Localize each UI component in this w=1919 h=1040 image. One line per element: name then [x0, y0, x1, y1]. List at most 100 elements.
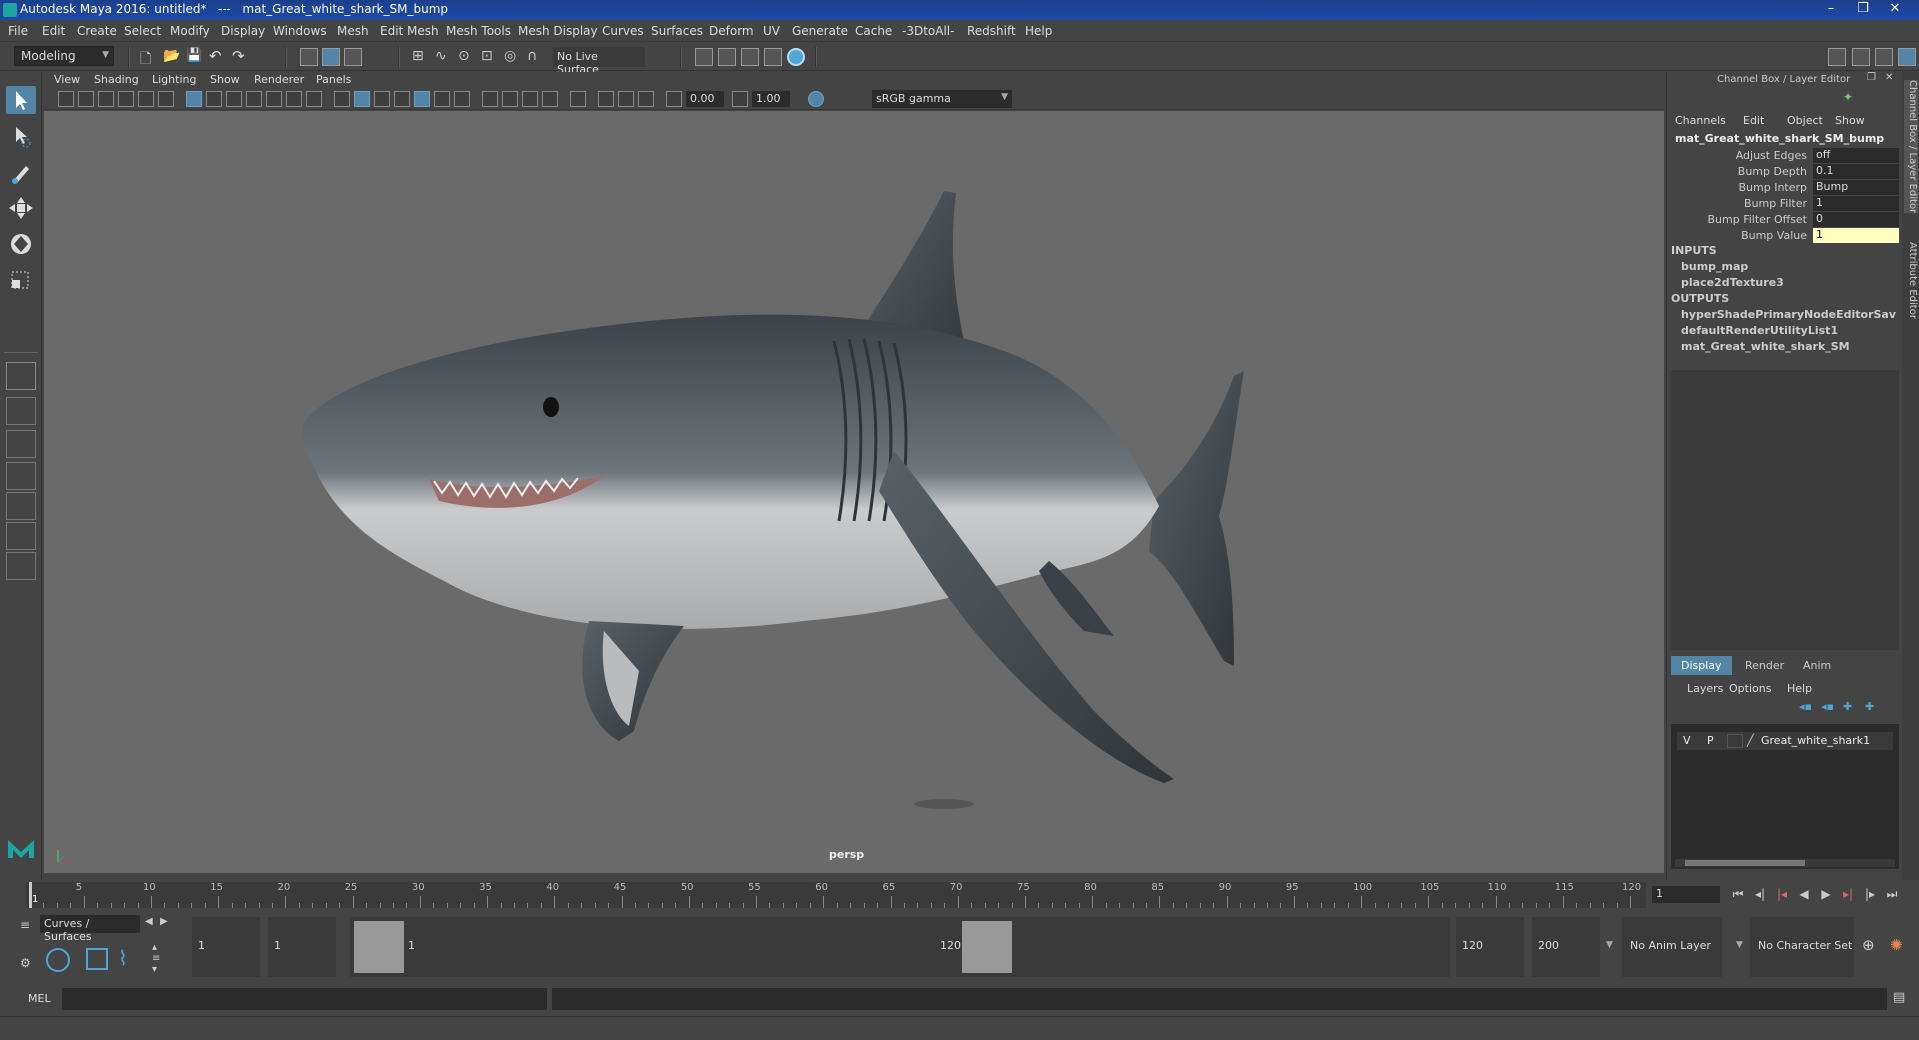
- menu-3dtoall[interactable]: -3DtoAll-: [902, 24, 954, 38]
- xray-joints-icon[interactable]: [618, 91, 634, 107]
- default-lighting-icon[interactable]: [374, 91, 390, 107]
- menu-windows[interactable]: Windows: [273, 24, 327, 38]
- undo-icon[interactable]: ↶: [209, 47, 227, 65]
- go-to-start-icon[interactable]: ⏮: [1730, 886, 1746, 902]
- step-back-key-icon[interactable]: |◂: [1774, 886, 1790, 902]
- input-node[interactable]: bump_map: [1681, 260, 1896, 273]
- animation-start-field[interactable]: 1: [192, 917, 260, 977]
- menu-edit[interactable]: Edit: [42, 24, 65, 38]
- panel-menu-shading[interactable]: Shading: [94, 73, 139, 86]
- shelf-scroll-icon[interactable]: ▴ ≡ ▾: [152, 942, 166, 976]
- camera-attributes-icon[interactable]: [78, 91, 94, 107]
- nurbs-square-icon[interactable]: [86, 948, 108, 970]
- rotate-tool-icon[interactable]: [6, 230, 36, 258]
- shadows-icon[interactable]: [454, 91, 470, 107]
- menu-help[interactable]: Help: [1025, 24, 1052, 38]
- textured-icon[interactable]: [414, 91, 430, 107]
- xray-icon[interactable]: [598, 91, 614, 107]
- object-menu[interactable]: Object: [1787, 114, 1823, 127]
- grid-icon[interactable]: [186, 91, 202, 107]
- panel-menu-lighting[interactable]: Lighting: [152, 73, 196, 86]
- tool-settings-icon[interactable]: [1875, 48, 1893, 66]
- safe-title-icon[interactable]: [306, 91, 322, 107]
- move-layer-down-icon[interactable]: ◂▪: [1821, 700, 1834, 713]
- use-all-lights-icon[interactable]: [434, 91, 450, 107]
- 2d-pan-zoom-icon[interactable]: [138, 91, 154, 107]
- render-settings-icon[interactable]: [764, 48, 782, 66]
- side-tab-attribute-editor[interactable]: Attribute Editor: [1904, 242, 1918, 319]
- chevron-down-icon[interactable]: ▼: [1736, 940, 1743, 950]
- wireframe-on-shaded-icon[interactable]: [394, 91, 410, 107]
- snap-grid-icon[interactable]: ⊞: [412, 48, 430, 66]
- pin-icon[interactable]: ✦: [1843, 90, 1853, 104]
- attr-bump-interp[interactable]: Bump Interp Bump: [1675, 180, 1901, 196]
- help-menu[interactable]: Help: [1787, 682, 1812, 695]
- range-slider[interactable]: 1 120: [350, 917, 1450, 977]
- bookmark-icon[interactable]: [98, 91, 114, 107]
- menu-redshift[interactable]: Redshift: [967, 24, 1016, 38]
- view-transform-select[interactable]: sRGB gamma ▼: [872, 90, 1012, 108]
- panel-menu-view[interactable]: View: [54, 73, 80, 86]
- render-view-icon[interactable]: [695, 48, 713, 66]
- shelf-tab-curves-surfaces[interactable]: Curves / Surfaces: [40, 915, 140, 943]
- auto-key-icon[interactable]: ⊕: [1862, 936, 1875, 954]
- color-management-icon[interactable]: [808, 91, 824, 107]
- gate-mask-icon[interactable]: [246, 91, 262, 107]
- snap-view-icon[interactable]: ⊡: [481, 48, 499, 66]
- step-forward-key-icon[interactable]: ▸|: [1840, 886, 1856, 902]
- show-menu[interactable]: Show: [1835, 114, 1865, 127]
- layer-name[interactable]: Great_white_shark1: [1761, 734, 1870, 747]
- menu-modify[interactable]: Modify: [170, 24, 210, 38]
- select-object-icon[interactable]: [322, 48, 340, 66]
- scale-tool-icon[interactable]: [6, 266, 36, 294]
- panel-menu-show[interactable]: Show: [210, 73, 240, 86]
- hypershade-icon[interactable]: [787, 48, 805, 66]
- move-layer-up-icon[interactable]: ◂▪: [1799, 700, 1812, 713]
- anim-layer-select[interactable]: No Anim Layer: [1622, 917, 1722, 977]
- tab-display[interactable]: Display: [1671, 656, 1732, 675]
- play-forwards-icon[interactable]: ▶: [1818, 886, 1834, 902]
- gamma-icon[interactable]: [732, 91, 748, 107]
- menu-deform[interactable]: Deform: [709, 24, 754, 38]
- attr-bump-depth[interactable]: Bump Depth 0.1: [1675, 164, 1901, 180]
- playback-end-field[interactable]: 120: [1456, 917, 1524, 977]
- menu-set-selector[interactable]: Modeling ▼: [14, 46, 114, 66]
- new-layer-selected-icon[interactable]: ✚: [1865, 700, 1874, 713]
- snap-curve-icon[interactable]: ∿: [435, 48, 453, 66]
- layer-row[interactable]: V P ╱ Great_white_shark1: [1677, 732, 1893, 750]
- exposure-icon[interactable]: [666, 91, 682, 107]
- film-gate-icon[interactable]: [206, 91, 222, 107]
- playback-start-field[interactable]: 1: [268, 917, 336, 977]
- character-set-select[interactable]: No Character Set: [1750, 917, 1854, 977]
- layers-menu[interactable]: Layers: [1687, 682, 1723, 695]
- shelf-menu-icon[interactable]: ≡: [20, 918, 30, 932]
- redo-icon[interactable]: ↷: [232, 47, 250, 65]
- lasso-tool-icon[interactable]: [6, 122, 36, 150]
- range-end-handle[interactable]: [962, 921, 1012, 973]
- go-to-end-icon[interactable]: ⏭: [1884, 886, 1900, 902]
- step-forward-frame-icon[interactable]: |▸: [1862, 886, 1878, 902]
- play-backwards-icon[interactable]: ◀: [1796, 886, 1812, 902]
- minimize-button[interactable]: –: [1816, 0, 1846, 18]
- tab-render[interactable]: Render: [1735, 656, 1794, 675]
- shelf-scroll-left-icon[interactable]: ◀: [145, 916, 153, 927]
- layer-scrollbar-thumb[interactable]: [1685, 860, 1805, 866]
- menu-mesh[interactable]: Mesh: [337, 24, 369, 38]
- animation-preferences-icon[interactable]: ✺: [1890, 936, 1903, 954]
- field-chart-icon[interactable]: [266, 91, 282, 107]
- menu-generate[interactable]: Generate: [792, 24, 848, 38]
- grease-pencil-icon[interactable]: [158, 91, 174, 107]
- ambient-occlusion-icon[interactable]: [482, 91, 498, 107]
- persp-graph-layout-icon[interactable]: [6, 462, 36, 490]
- persp-outliner-layout-icon[interactable]: [6, 430, 36, 458]
- menu-mesh-tools[interactable]: Mesh Tools: [446, 24, 511, 38]
- menu-create[interactable]: Create: [77, 24, 117, 38]
- menu-edit-mesh[interactable]: Edit Mesh: [380, 24, 439, 38]
- collapse-layout-icon[interactable]: [6, 552, 36, 580]
- snap-point-icon[interactable]: ⊙: [458, 48, 476, 66]
- shelf-settings-icon[interactable]: ⚙: [20, 956, 31, 970]
- step-back-frame-icon[interactable]: ◂|: [1752, 886, 1768, 902]
- resolution-gate-icon[interactable]: [226, 91, 242, 107]
- channel-box-icon[interactable]: [1898, 48, 1916, 66]
- layer-type-toggle[interactable]: [1727, 734, 1743, 748]
